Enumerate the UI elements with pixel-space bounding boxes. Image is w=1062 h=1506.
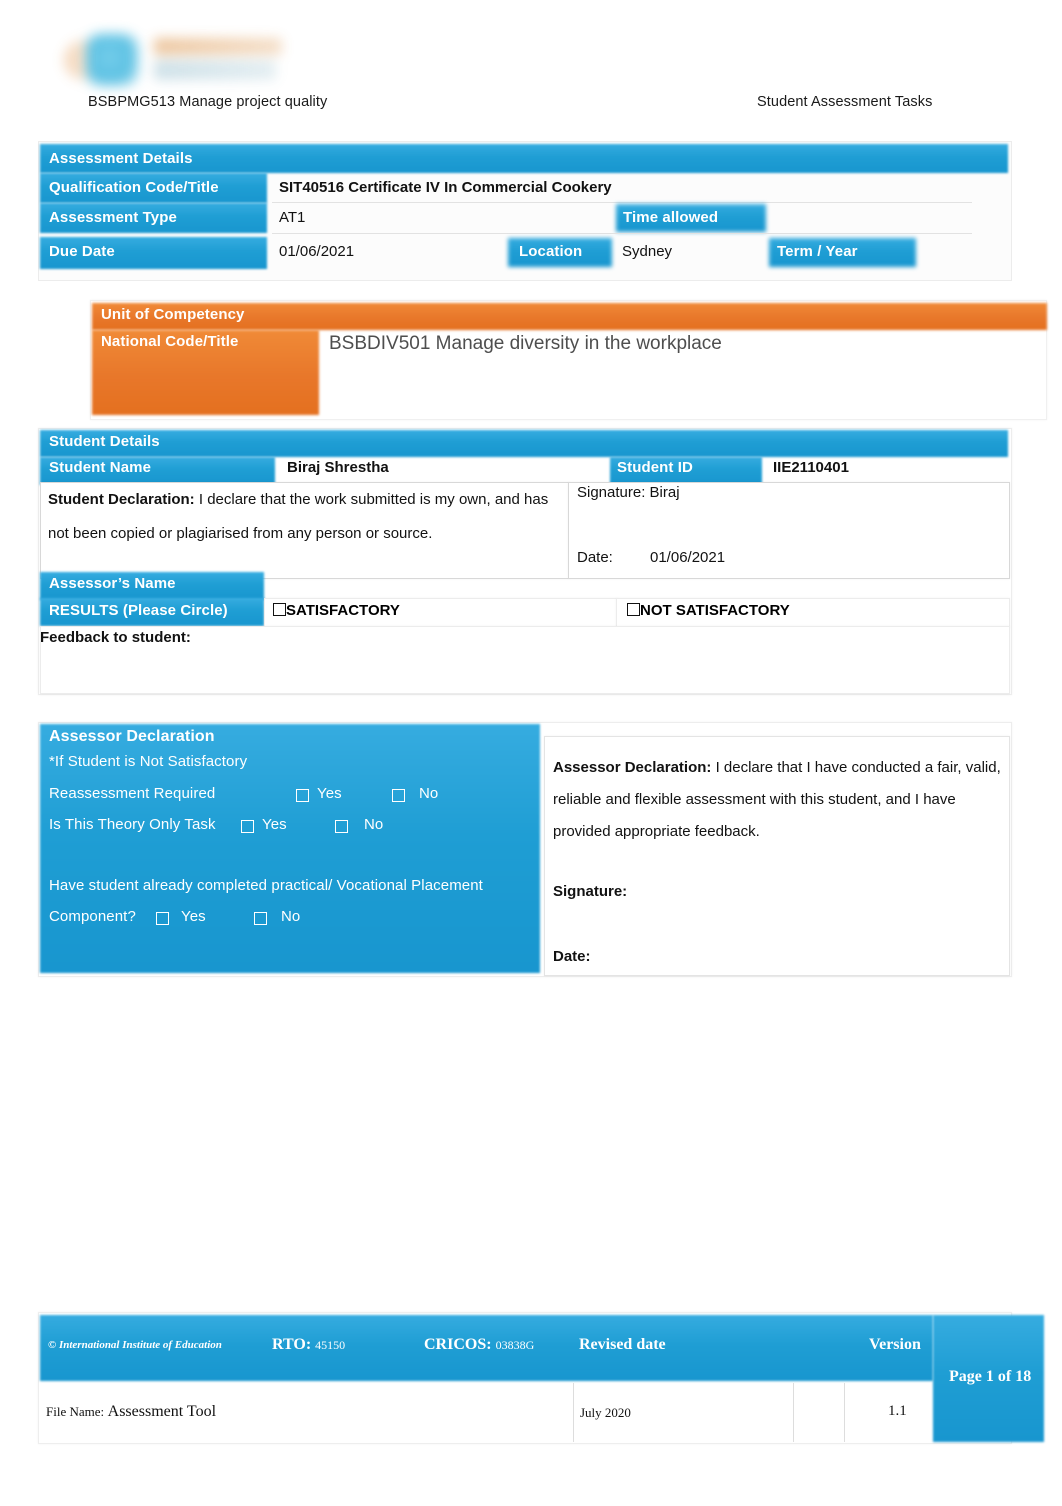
footer-rto-label: RTO: [272,1336,312,1353]
student-name-label: Student Name [49,459,152,476]
due-date-value[interactable]: 01/06/2021 [279,243,354,260]
footer-cricos-value: 03838G [495,1338,535,1352]
student-declaration-label: Student Declaration: [48,491,195,508]
location-value[interactable]: Sydney [622,243,672,260]
footer-cricos: CRICOS: 03838G [424,1336,534,1354]
footer-version-label: Version [869,1336,921,1353]
theory-only-yes-checkbox-icon[interactable] [241,820,254,833]
placement-question-line1: Have student already completed practical… [49,877,483,894]
location-label: Location [519,243,583,260]
placement-no-label[interactable]: No [281,908,300,925]
assessor-date-label[interactable]: Date: [553,948,591,965]
placement-no-checkbox-icon[interactable] [254,912,267,925]
reassessment-yes-checkbox-icon[interactable] [296,789,309,802]
not-satisfactory-option[interactable]: NOT SATISFACTORY [627,602,790,619]
student-declaration-line1: I declare that the work submitted is my … [198,491,491,508]
student-date-label: Date: [577,549,613,566]
not-satisfactory-checkbox-icon[interactable] [627,603,640,616]
time-allowed-label: Time allowed [623,209,719,226]
theory-only-yes-label[interactable]: Yes [262,816,287,833]
assessor-declaration-statement: Assessor Declaration: I declare that I h… [553,752,1005,848]
student-id-value[interactable]: IIE2110401 [773,459,849,476]
student-id-label: Student ID [617,459,693,476]
assessor-declaration-label: Assessor Declaration: [553,759,712,776]
reassessment-required-label: Reassessment Required [49,785,216,802]
assessment-type-value[interactable]: AT1 [279,209,305,226]
footer-revised-date-value: July 2020 [580,1405,631,1420]
footer-divider-3 [844,1383,845,1442]
feedback-label: Feedback to student: [40,629,191,646]
footer-rto-value: 45150 [315,1338,346,1352]
footer-revised-date-label: Revised date [579,1336,666,1353]
footer-divider-2 [793,1383,794,1442]
footer-file-name-value: Assessment Tool [107,1403,217,1420]
qualification-label: Qualification Code/Title [49,179,219,196]
theory-only-no-label[interactable]: No [364,816,383,833]
assessment-details-title: Assessment Details [49,150,193,167]
satisfactory-option[interactable]: SATISFACTORY [273,602,400,619]
footer-divider-1 [573,1383,574,1442]
student-name-value[interactable]: Biraj Shrestha [287,459,389,476]
reassessment-no-checkbox-icon[interactable] [392,789,405,802]
student-date-value[interactable]: 01/06/2021 [650,549,725,566]
qualification-value[interactable]: SIT40516 Certificate IV In Commercial Co… [279,179,612,196]
not-satisfactory-label: NOT SATISFACTORY [640,602,790,619]
student-signature-label[interactable]: Signature: Biraj [577,484,680,501]
unit-of-competency-value[interactable]: BSBDIV501 Manage diversity in the workpl… [329,333,722,355]
unit-of-competency-title-line2: National Code/Title [101,333,239,350]
placement-yes-label[interactable]: Yes [181,908,206,925]
assessor-declaration-note: *If Student is Not Satisfactory [49,753,248,770]
satisfactory-label: SATISFACTORY [286,602,400,619]
unit-of-competency-title-line1: Unit of Competency [101,306,245,323]
footer-file-name: File Name: Assessment Tool [46,1403,216,1421]
reassessment-yes-label[interactable]: Yes [317,785,342,802]
due-date-label: Due Date [49,243,115,260]
placement-yes-checkbox-icon[interactable] [156,912,169,925]
assessor-declaration-title: Assessor Declaration [49,728,215,745]
results-label: RESULTS (Please Circle) [49,602,228,619]
assessor-signature-label[interactable]: Signature: [553,883,627,900]
theory-only-no-checkbox-icon[interactable] [335,820,348,833]
footer-cricos-label: CRICOS: [424,1336,492,1353]
student-details-title: Student Details [49,433,160,450]
assessment-type-label: Assessment Type [49,209,177,226]
reassessment-no-label[interactable]: No [419,785,438,802]
satisfactory-checkbox-icon[interactable] [273,603,286,616]
student-declaration-text: Student Declaration: I declare that the … [48,483,564,551]
assessor-name-label: Assessor’s Name [49,575,176,592]
footer-rto: RTO: 45150 [272,1336,345,1354]
placement-question-line2: Component? [49,908,136,925]
footer-version-value: 1.1 [888,1403,907,1419]
term-year-label: Term / Year [777,243,858,260]
footer-file-name-label: File Name: [46,1404,105,1419]
assessor-declaration-line1: I declare that I have conducted a fair, [715,759,962,776]
footer-copyright: © International Institute of Education [48,1339,222,1351]
theory-only-task-label: Is This Theory Only Task [49,816,216,833]
footer-page-number: Page 1 of 18 [949,1368,1032,1385]
